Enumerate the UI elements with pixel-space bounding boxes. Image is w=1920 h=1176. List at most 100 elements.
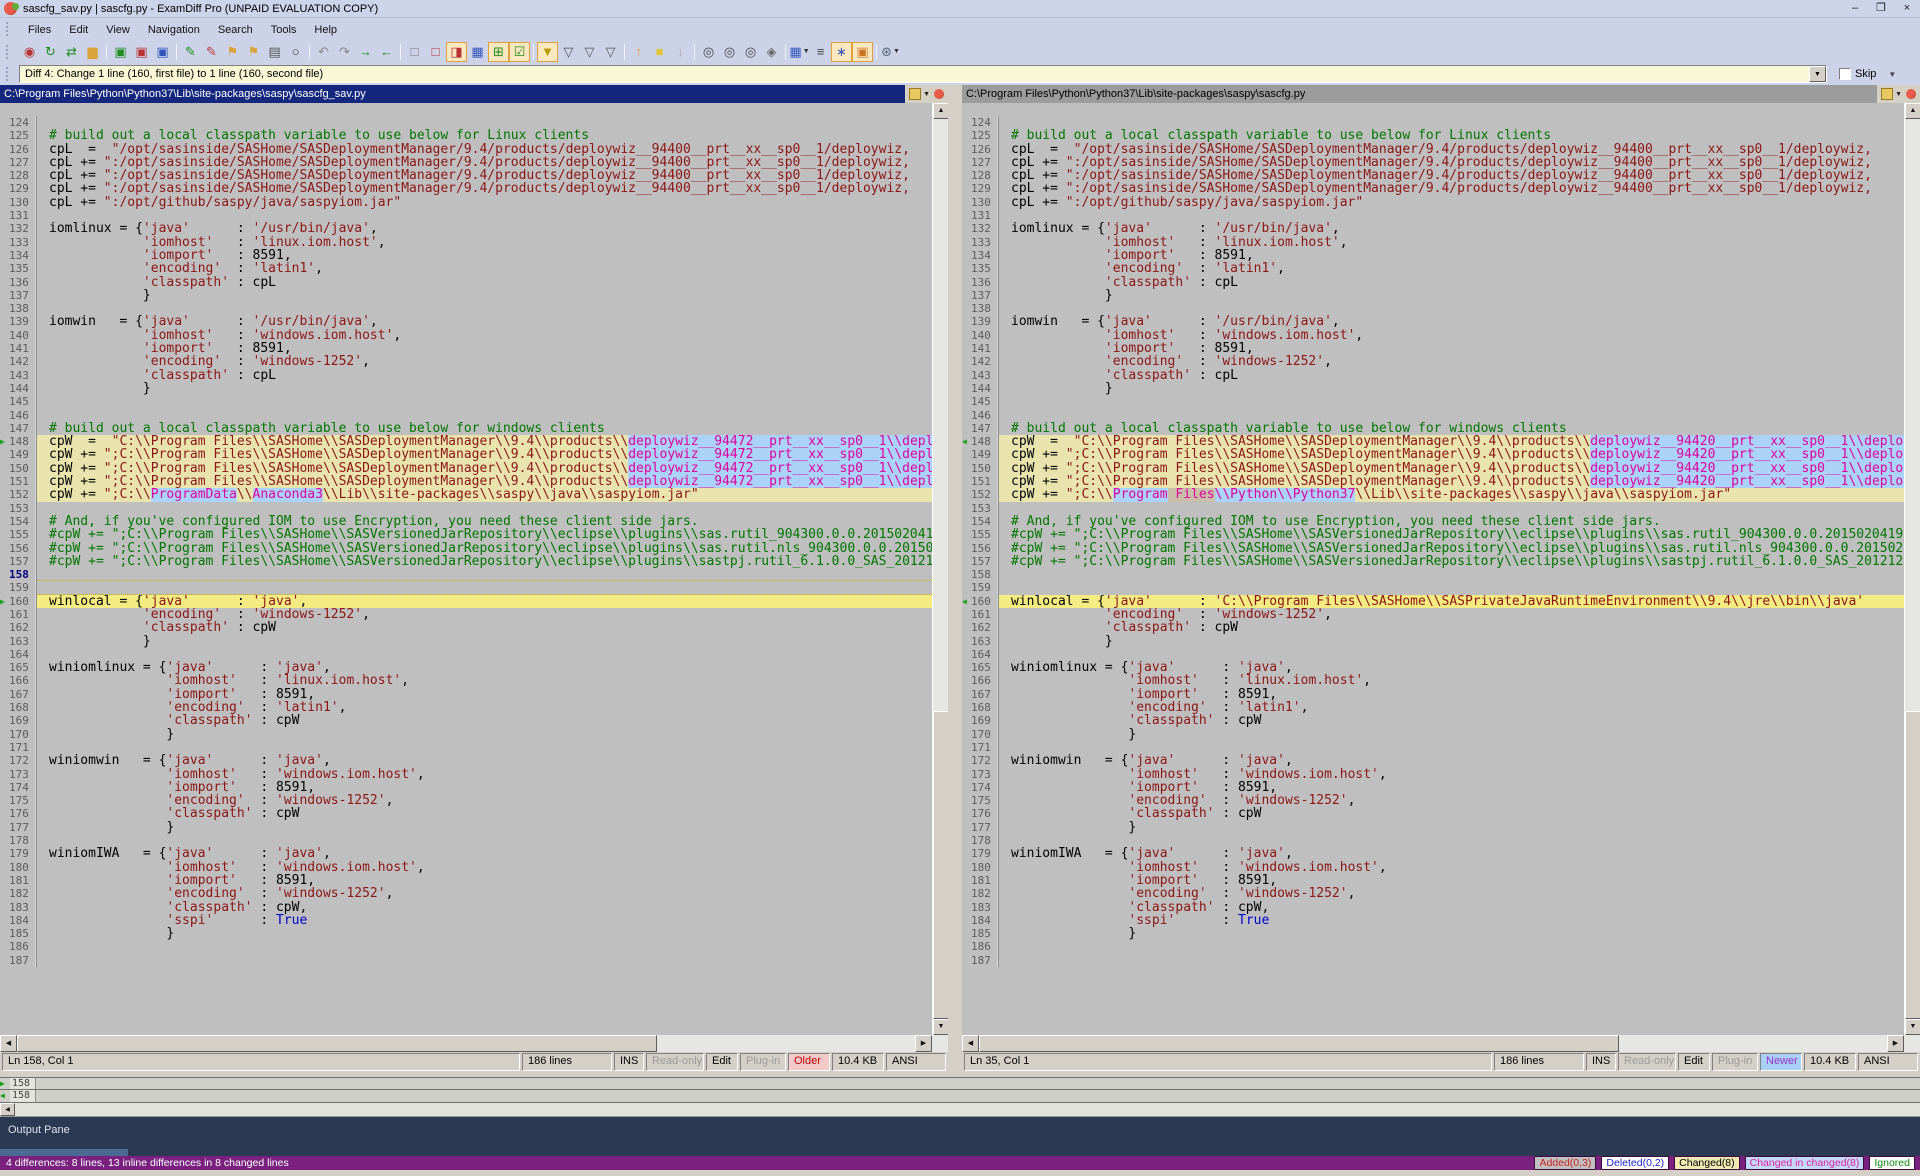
code-line[interactable]: 167 'iomport' : 8591, — [0, 688, 932, 701]
code-line[interactable]: 139iomwin = {'java' : '/usr/bin/java', — [962, 315, 1904, 328]
code-line[interactable]: 171 — [0, 741, 932, 754]
toolbar-grip[interactable] — [6, 45, 11, 59]
code-line[interactable]: 140 'iomhost' : 'windows.iom.host', — [962, 329, 1904, 342]
menu-item-help[interactable]: Help — [305, 21, 346, 39]
code-line[interactable]: 150cpW += ";C:\\Program Files\\SASHome\\… — [0, 462, 932, 475]
inline-diffs-icon[interactable]: ☑ — [509, 42, 530, 62]
code-line[interactable]: 171 — [962, 741, 1904, 754]
second-file-flag-icon[interactable]: ⚑ — [243, 42, 264, 62]
code-line[interactable]: 130cpL += ":/opt/github/saspy/java/saspy… — [0, 196, 932, 209]
code-line[interactable]: 180 'iomhost' : 'windows.iom.host', — [0, 861, 932, 874]
scroll-up-icon[interactable]: ▲ — [933, 103, 948, 119]
code-line[interactable]: 172winiomwin = {'java' : 'java', — [0, 754, 932, 767]
code-line[interactable]: 177 } — [0, 821, 932, 834]
code-line[interactable]: 129cpL += ":/opt/sasinside/SASHome/SASDe… — [0, 182, 932, 195]
pane-file-dropdown-icon[interactable]: ▼ — [1895, 91, 1902, 98]
diff-dropdown-button[interactable]: ▼ — [1809, 66, 1826, 82]
show-differences-icon[interactable]: ▦ — [467, 42, 488, 62]
view-mode-icon[interactable]: ▦▼ — [789, 42, 810, 62]
filter-clear-icon[interactable]: ▽ — [600, 42, 621, 62]
code-line[interactable]: 179winiomIWA = {'java' : 'java', — [962, 847, 1904, 860]
code-line[interactable]: 184 'sspi' : True — [962, 914, 1904, 927]
show-identical-icon[interactable]: □ — [404, 42, 425, 62]
save-second-icon[interactable]: ▣ — [131, 42, 152, 62]
code-line[interactable]: 144 } — [962, 382, 1904, 395]
code-line[interactable]: 167 'iomport' : 8591, — [962, 688, 1904, 701]
code-line[interactable]: 145 — [962, 395, 1904, 408]
pane-divider[interactable] — [948, 85, 962, 1072]
open-icon[interactable]: ▆ — [82, 42, 103, 62]
code-line[interactable]: 126cpL = "/opt/sasinside/SASHome/SASDepl… — [962, 143, 1904, 156]
pane-file-icon[interactable] — [1881, 88, 1893, 100]
menu-item-navigation[interactable]: Navigation — [139, 21, 209, 39]
statistics-icon[interactable]: ◈ — [761, 42, 782, 62]
code-line[interactable]: 163 } — [962, 635, 1904, 648]
pane-header[interactable]: C:\Program Files\Python\Python37\Lib\sit… — [0, 85, 948, 103]
diffbar-overflow-icon[interactable]: ▼ — [1888, 70, 1896, 79]
inspector-scroll-left-icon[interactable]: ◀ — [0, 1103, 15, 1116]
code-line[interactable]: 126cpL = "/opt/sasinside/SASHome/SASDepl… — [0, 143, 932, 156]
code-line[interactable]: 125# build out a local classpath variabl… — [962, 129, 1904, 142]
code-line[interactable]: 149cpW += ";C:\\Program Files\\SASHome\\… — [962, 448, 1904, 461]
code-line[interactable]: 162 'classpath' : cpW — [962, 621, 1904, 634]
code-line[interactable]: ◀148cpW = "C:\\Program Files\\SASHome\\S… — [962, 435, 1904, 448]
code-line[interactable]: 145 — [0, 395, 932, 408]
print-icon[interactable]: ▤ — [264, 42, 285, 62]
code-line[interactable]: 176 'classpath' : cpW — [0, 807, 932, 820]
code-line[interactable]: 156#cpW += ";C:\\Program Files\\SASHome\… — [0, 542, 932, 555]
code-line[interactable]: 130cpL += ":/opt/github/saspy/java/saspy… — [962, 196, 1904, 209]
save-both-icon[interactable]: ▣ — [152, 42, 173, 62]
output-pane[interactable]: Output Pane — [0, 1117, 1920, 1149]
code-line[interactable]: 139iomwin = {'java' : '/usr/bin/java', — [0, 315, 932, 328]
code-line[interactable]: 159 — [962, 581, 1904, 594]
code-line[interactable]: 142 'encoding' : 'windows-1252', — [0, 355, 932, 368]
maximize-button[interactable]: ❐ — [1868, 1, 1894, 17]
report-icon[interactable]: ▣ — [852, 42, 873, 62]
code-line[interactable]: 138 — [962, 302, 1904, 315]
menu-item-view[interactable]: View — [97, 21, 139, 39]
code-line[interactable]: 125# build out a local classpath variabl… — [0, 129, 932, 142]
menu-item-files[interactable]: Files — [19, 21, 60, 39]
code-line[interactable]: 154# And, if you've configured IOM to us… — [0, 515, 932, 528]
code-line[interactable]: 150cpW += ";C:\\Program Files\\SASHome\\… — [962, 462, 1904, 475]
code-line[interactable]: 155#cpW += ";C:\\Program Files\\SASHome\… — [0, 528, 932, 541]
code-line[interactable]: 127cpL += ":/opt/sasinside/SASHome/SASDe… — [0, 156, 932, 169]
code-line[interactable]: 128cpL += ":/opt/sasinside/SASHome/SASDe… — [962, 169, 1904, 182]
plugins-icon[interactable]: ∗ — [831, 42, 852, 62]
code-line[interactable]: 133 'iomhost' : 'linux.iom.host', — [962, 236, 1904, 249]
code-line[interactable]: 161 'encoding' : 'windows-1252', — [0, 608, 932, 621]
menu-item-tools[interactable]: Tools — [262, 21, 306, 39]
scroll-right-icon[interactable]: ▶ — [915, 1035, 932, 1052]
code-line[interactable]: 158 — [0, 568, 932, 581]
save-first-icon[interactable]: ▣ — [110, 42, 131, 62]
menu-item-search[interactable]: Search — [209, 21, 262, 39]
pane-file-dropdown-icon[interactable]: ▼ — [923, 91, 930, 98]
code-line[interactable]: 169 'classpath' : cpW — [962, 714, 1904, 727]
copy-up-icon[interactable]: ↑ — [628, 42, 649, 62]
code-line[interactable]: 152cpW += ";C:\\Program Files\\Python\\P… — [962, 488, 1904, 501]
code-line[interactable]: 184 'sspi' : True — [0, 914, 932, 927]
code-line[interactable]: 134 'iomport' : 8591, — [962, 249, 1904, 262]
code-line[interactable]: 185 } — [962, 927, 1904, 940]
code-line[interactable]: 159 — [0, 581, 932, 594]
scroll-up-icon[interactable]: ▲ — [1905, 103, 1920, 119]
code-line[interactable]: 141 'iomport' : 8591, — [0, 342, 932, 355]
code-line[interactable]: 134 'iomport' : 8591, — [0, 249, 932, 262]
code-line[interactable]: 183 'classpath' : cpW, — [0, 901, 932, 914]
code-line[interactable]: 181 'iomport' : 8591, — [962, 874, 1904, 887]
sync-scroll-icon[interactable]: ⊞ — [488, 42, 509, 62]
minimize-button[interactable]: – — [1842, 1, 1868, 17]
horizontal-scrollbar[interactable]: ◀▶ — [962, 1035, 1920, 1052]
inspector-line-content[interactable] — [36, 1078, 1920, 1089]
refresh-icon[interactable]: ↻ — [40, 42, 61, 62]
skip-checkbox[interactable] — [1839, 68, 1851, 80]
next-diff-icon[interactable]: → — [355, 42, 376, 62]
code-line[interactable]: 182 'encoding' : 'windows-1252', — [962, 887, 1904, 900]
close-button[interactable]: × — [1894, 1, 1920, 17]
code-line[interactable]: 177 } — [962, 821, 1904, 834]
code-line[interactable]: 151cpW += ";C:\\Program Files\\SASHome\\… — [0, 475, 932, 488]
code-line[interactable]: 151cpW += ";C:\\Program Files\\SASHome\\… — [962, 475, 1904, 488]
code-line[interactable]: 142 'encoding' : 'windows-1252', — [962, 355, 1904, 368]
code-line[interactable]: 127cpL += ":/opt/sasinside/SASHome/SASDe… — [962, 156, 1904, 169]
filter-lines-icon[interactable]: ▽ — [558, 42, 579, 62]
